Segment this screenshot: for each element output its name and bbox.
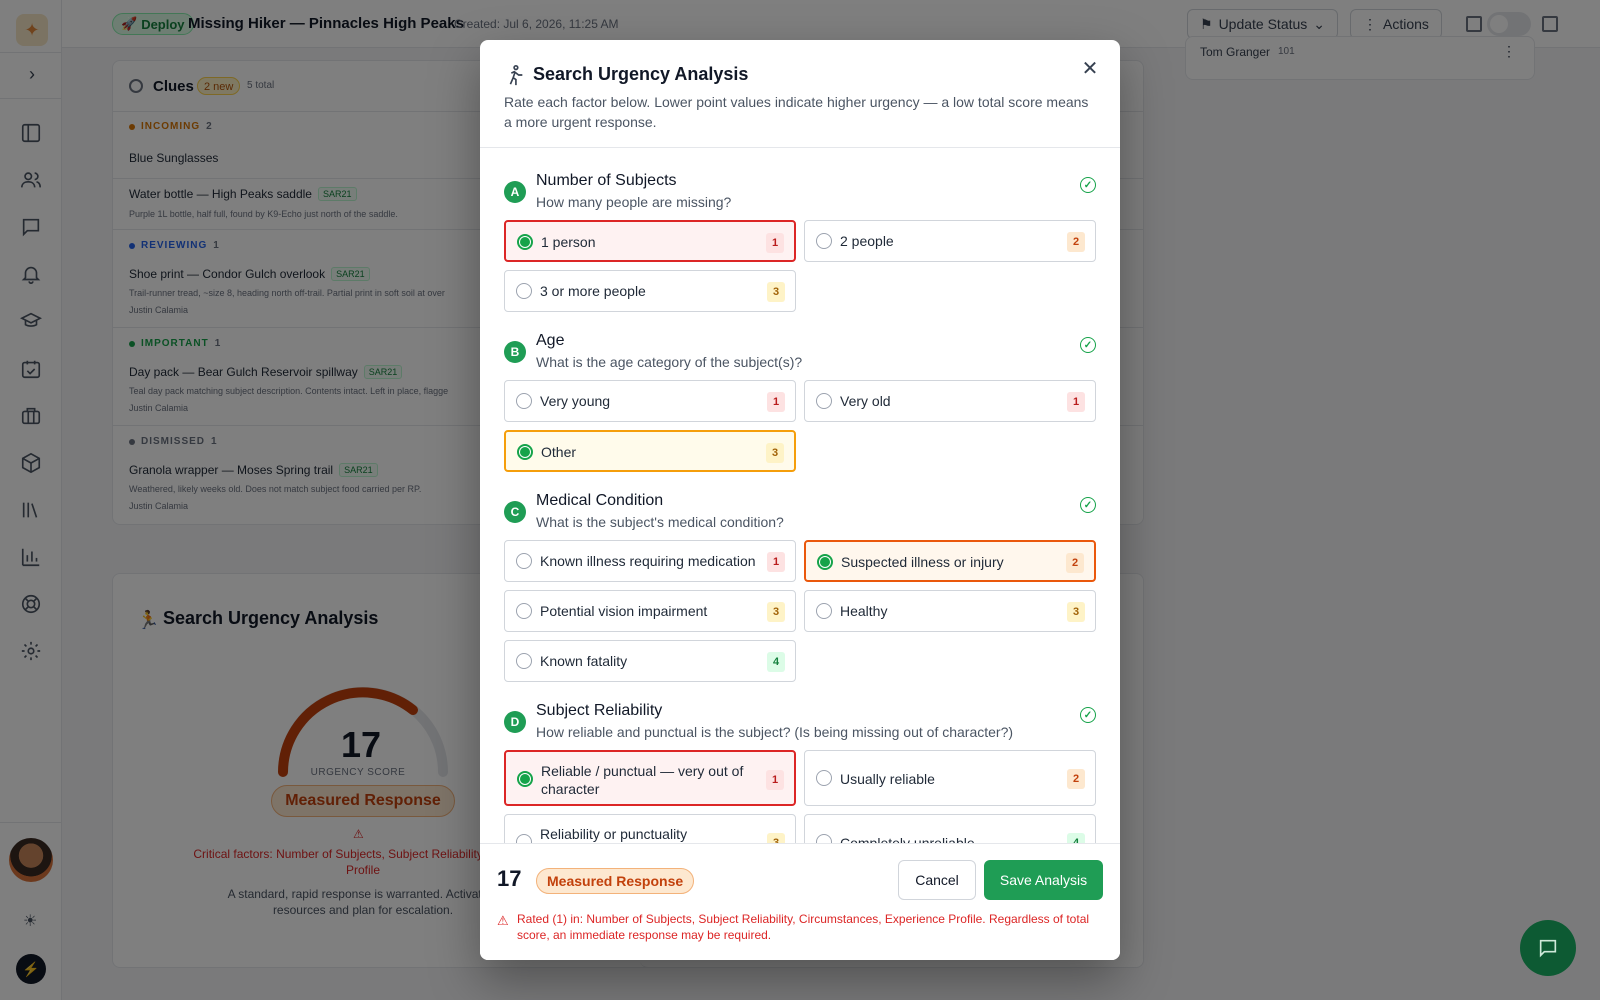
radio-button[interactable]: [817, 554, 833, 570]
option-2-people[interactable]: 2 people 2: [804, 220, 1096, 262]
radio-button[interactable]: [516, 553, 532, 569]
section-title: Number of Subjects: [536, 172, 677, 189]
option-healthy[interactable]: Healthy 3: [804, 590, 1096, 632]
points-badge: 3: [767, 602, 785, 622]
section-letter-badge: D: [504, 711, 526, 733]
points-badge: 1: [766, 770, 784, 790]
section-title: Subject Reliability: [536, 702, 663, 719]
points-badge: 3: [767, 282, 785, 302]
critical-warning-text: Rated (1) in: Number of Subjects, Subjec…: [517, 912, 1090, 942]
section-letter-badge: B: [504, 341, 526, 363]
section-number-of-subjects: A Number of Subjects How many people are…: [504, 172, 1096, 312]
radio-button[interactable]: [816, 603, 832, 619]
points-badge: 1: [766, 233, 784, 253]
points-badge: 2: [1067, 769, 1085, 789]
section-title: Age: [536, 332, 565, 349]
modal-subtitle: Rate each factor below. Lower point valu…: [504, 94, 1089, 130]
option-1-person[interactable]: 1 person 1: [504, 220, 796, 262]
points-badge: 4: [1067, 833, 1085, 843]
option-very-old[interactable]: Very old 1: [804, 380, 1096, 422]
points-badge: 2: [1066, 553, 1084, 573]
section-question: How many people are missing?: [536, 194, 732, 210]
radio-button[interactable]: [516, 653, 532, 669]
points-badge: 3: [1067, 602, 1085, 622]
radio-button[interactable]: [517, 234, 533, 250]
modal-body[interactable]: A Number of Subjects How many people are…: [480, 149, 1120, 843]
option-reliable-punctual[interactable]: Reliable / punctual — very out of charac…: [504, 750, 796, 806]
radio-button[interactable]: [816, 233, 832, 249]
check-circle-icon: ✓: [1080, 337, 1096, 353]
radio-button[interactable]: [516, 393, 532, 409]
check-circle-icon: ✓: [1080, 177, 1096, 193]
option-3-or-more[interactable]: 3 or more people 3: [504, 270, 796, 312]
radio-button[interactable]: [517, 444, 533, 460]
section-title: Medical Condition: [536, 492, 664, 509]
section-letter-badge: C: [504, 501, 526, 523]
option-very-young[interactable]: Very young 1: [504, 380, 796, 422]
option-vision-impairment[interactable]: Potential vision impairment 3: [504, 590, 796, 632]
warning-icon: ⚠: [497, 913, 509, 928]
check-circle-icon: ✓: [1080, 707, 1096, 723]
response-level-badge: Measured Response: [536, 868, 695, 894]
section-letter-badge: A: [504, 181, 526, 203]
option-reliability-or-punctuality[interactable]: Reliability or punctuality 3: [504, 814, 796, 843]
modal-footer: 17 Measured Response Cancel Save Analysi…: [480, 843, 1120, 960]
urgency-runner-icon: [509, 65, 523, 86]
radio-button[interactable]: [516, 603, 532, 619]
modal-title: Search Urgency Analysis: [533, 64, 749, 84]
chat-fab-button[interactable]: [1520, 920, 1576, 976]
option-known-illness[interactable]: Known illness requiring medication 1: [504, 540, 796, 582]
radio-button[interactable]: [816, 834, 832, 843]
radio-button[interactable]: [516, 834, 532, 843]
section-question: What is the age category of the subject(…: [536, 354, 803, 370]
check-circle-icon: ✓: [1080, 497, 1096, 513]
option-suspected-illness[interactable]: Suspected illness or injury 2: [804, 540, 1096, 582]
modal-header: Search Urgency Analysis Rate each factor…: [480, 40, 1120, 148]
radio-button[interactable]: [516, 283, 532, 299]
points-badge: 1: [767, 392, 785, 412]
option-completely-unreliable[interactable]: Completely unreliable 4: [804, 814, 1096, 843]
radio-button[interactable]: [517, 771, 533, 787]
radio-button[interactable]: [816, 393, 832, 409]
section-medical-condition: C Medical Condition What is the subject'…: [504, 492, 1096, 682]
points-badge: 1: [1067, 392, 1085, 412]
close-icon[interactable]: ✕: [1078, 56, 1102, 80]
section-question: How reliable and punctual is the subject…: [536, 724, 1014, 740]
points-badge: 4: [767, 652, 785, 672]
section-subject-reliability: D Subject Reliability How reliable and p…: [504, 702, 1096, 843]
option-usually-reliable[interactable]: Usually reliable 2: [804, 750, 1096, 806]
points-badge: 3: [766, 443, 784, 463]
section-age: B Age What is the age category of the su…: [504, 332, 1096, 472]
urgency-analysis-modal: Search Urgency Analysis Rate each factor…: [480, 40, 1120, 960]
cancel-button[interactable]: Cancel: [898, 860, 976, 900]
chat-icon: [1539, 939, 1557, 958]
option-other-age[interactable]: Other 3: [504, 430, 796, 472]
section-question: What is the subject's medical condition?: [536, 514, 784, 530]
save-analysis-button[interactable]: Save Analysis: [984, 860, 1103, 900]
points-badge: 3: [767, 833, 785, 843]
option-known-fatality[interactable]: Known fatality 4: [504, 640, 796, 682]
radio-button[interactable]: [816, 770, 832, 786]
total-score: 17: [497, 866, 522, 891]
points-badge: 1: [767, 552, 785, 572]
points-badge: 2: [1067, 232, 1085, 252]
